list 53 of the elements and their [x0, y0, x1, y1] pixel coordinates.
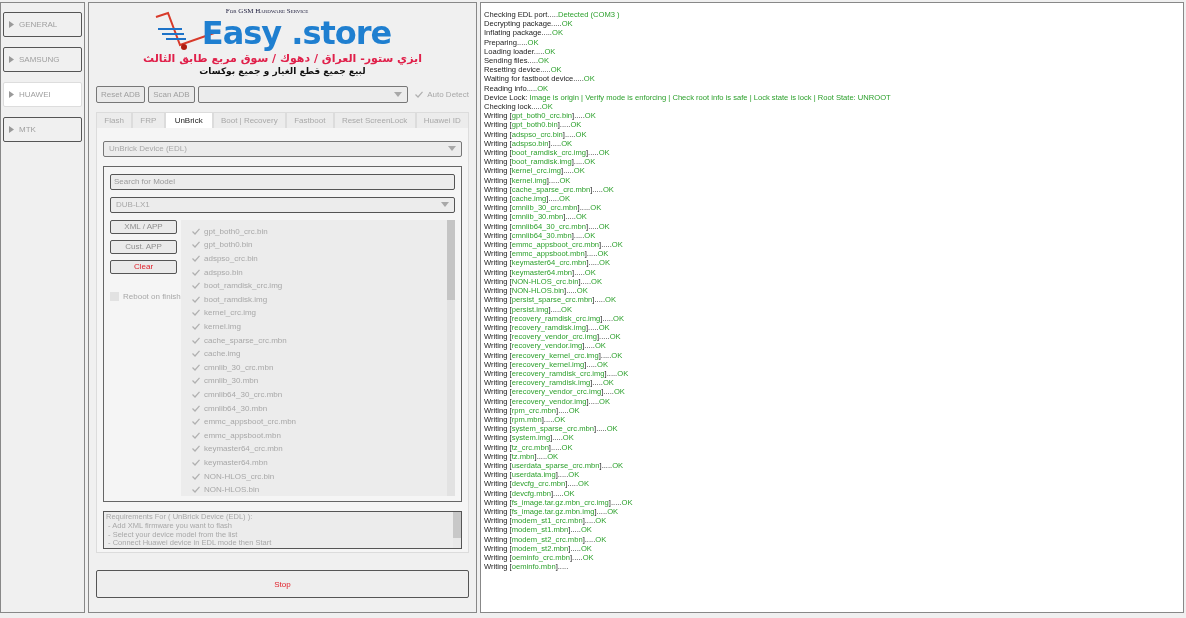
- search-field[interactable]: Search for Model: [110, 173, 455, 190]
- action-button[interactable]: Clear: [110, 259, 177, 274]
- file-item[interactable]: gpt_both0_crc.bin: [204, 226, 268, 236]
- brand-name: Easy .store: [201, 15, 392, 51]
- file-item[interactable]: adspso.bin: [204, 267, 243, 277]
- sidebar-item[interactable]: SAMSUNG: [3, 47, 82, 72]
- scrollbar-thumb[interactable]: [447, 219, 455, 300]
- file-item[interactable]: keymaster64_crc.mbn: [204, 444, 283, 454]
- file-item[interactable]: cmnlib64_30.mbn: [204, 403, 268, 413]
- caret-icon: [394, 92, 403, 98]
- mode-dropdown[interactable]: UnBrick Device (EDL): [103, 140, 462, 157]
- triangle-icon: [9, 21, 14, 28]
- tab[interactable]: Flash: [96, 112, 133, 128]
- file-item[interactable]: keymaster64.mbn: [204, 457, 268, 467]
- file-item[interactable]: gpt_both0.bin: [204, 240, 253, 250]
- checkbox-label[interactable]: Auto Detect: [427, 90, 469, 100]
- tab[interactable]: Reset ScreenLock: [333, 112, 416, 128]
- file-item[interactable]: cache.img: [204, 349, 241, 359]
- scrollbar-thumb[interactable]: [453, 512, 461, 539]
- file-item[interactable]: kernel_crc.img: [204, 308, 256, 318]
- triangle-icon: [9, 126, 14, 133]
- tab[interactable]: Boot | Recovery: [212, 112, 286, 128]
- file-item[interactable]: adspso_crc.bin: [204, 254, 258, 264]
- action-button[interactable]: XML / APP: [110, 219, 177, 234]
- file-item[interactable]: cmnlib_30_crc.mbn: [204, 362, 274, 372]
- action-button[interactable]: Cust. APP: [110, 239, 177, 254]
- sidebar-item[interactable]: MTK: [3, 117, 82, 142]
- scrollbar[interactable]: [447, 219, 455, 497]
- triangle-icon: [9, 91, 14, 98]
- toolbar-button[interactable]: Scan ADB: [148, 86, 195, 104]
- port-dropdown[interactable]: [197, 86, 409, 104]
- stop-button[interactable]: Stop: [96, 570, 469, 598]
- caret-icon: [448, 146, 456, 152]
- caret-icon: [441, 202, 449, 208]
- slogan-text: لبيع جميع قطع الغيار و جميع بوكسات: [199, 66, 366, 77]
- tab[interactable]: Fastboot: [285, 112, 334, 128]
- toolbar-button[interactable]: Reset ADB: [96, 86, 146, 104]
- file-item[interactable]: kernel.img: [204, 322, 241, 331]
- file-item[interactable]: cmnlib64_30_crc.mbn: [204, 390, 283, 399]
- sidebar-item[interactable]: HUAWEI: [3, 82, 82, 107]
- tab[interactable]: FRP: [132, 112, 165, 128]
- file-item[interactable]: cache_sparse_crc.mbn: [204, 335, 287, 345]
- address-text: ايزي ستور- العراق / دهوك / سوق مربع طابق الثالث: [143, 52, 422, 66]
- file-item[interactable]: emmc_appsboot_crc.mbn: [204, 417, 297, 427]
- scrollbar[interactable]: [453, 512, 461, 549]
- sidebar-item[interactable]: GENERAL: [3, 12, 82, 37]
- checkbox-label[interactable]: Reboot on finish: [123, 291, 181, 301]
- model-dropdown[interactable]: DUB-LX1: [110, 196, 455, 213]
- tab[interactable]: UnBrick: [164, 112, 213, 128]
- file-item[interactable]: NON-HLOS_crc.bin: [204, 471, 275, 481]
- file-item[interactable]: emmc_appsboot.mbn: [204, 430, 281, 440]
- triangle-icon: [9, 56, 14, 63]
- file-item[interactable]: NON-HLOS.bin: [204, 485, 260, 495]
